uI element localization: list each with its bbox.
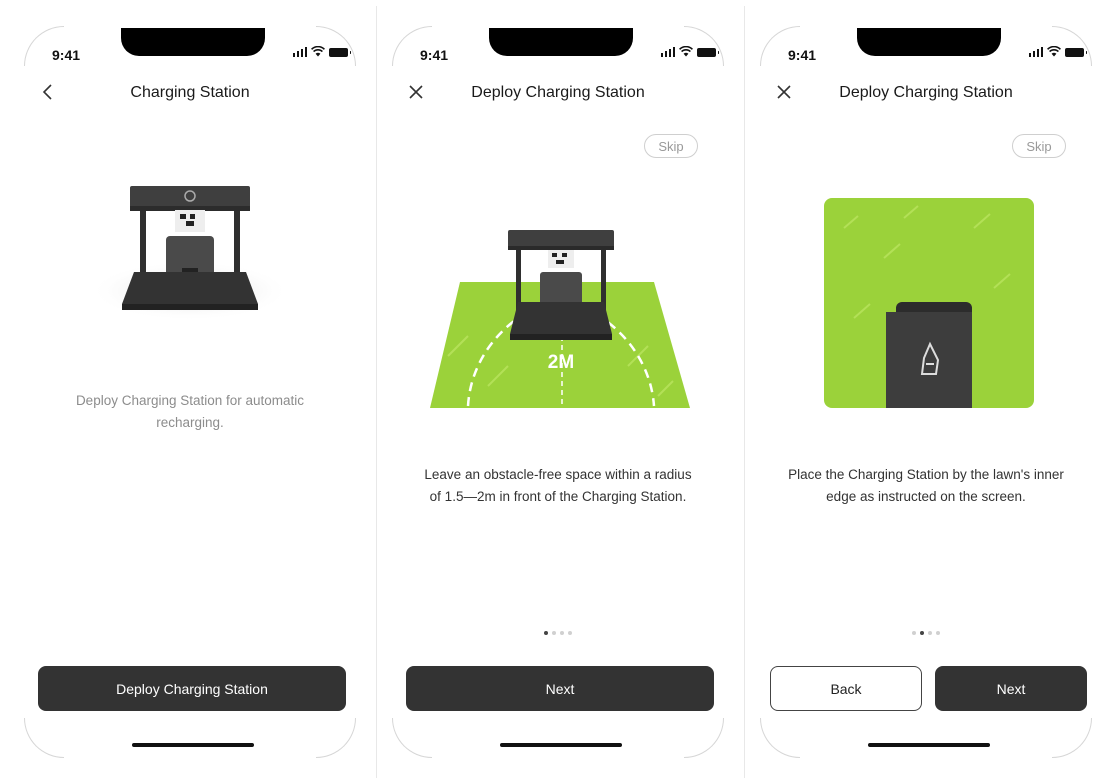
wifi-icon — [679, 46, 693, 57]
back-button[interactable]: Back — [770, 666, 922, 711]
phone-frame-corner — [684, 718, 724, 758]
screen-charging-station: 9:41 Charging Station Deploy Charging St… — [10, 6, 370, 778]
page-dot — [912, 631, 916, 635]
page-dot — [928, 631, 932, 635]
description: Place the Charging Station by the lawn's… — [788, 467, 1064, 504]
notch — [857, 28, 1001, 56]
notch — [121, 28, 265, 56]
page-title: Charging Station — [130, 84, 250, 101]
signal-icon — [1028, 47, 1043, 57]
wifi-icon — [1047, 46, 1061, 57]
home-indicator — [500, 743, 622, 747]
notch — [489, 28, 633, 56]
skip-button[interactable]: Skip — [1012, 134, 1066, 158]
page-dot — [560, 631, 564, 635]
screen-deploy-step-2: 9:41 Deploy Charging Station Skip Place … — [746, 6, 1104, 778]
home-indicator — [868, 743, 990, 747]
skip-button[interactable]: Skip — [644, 134, 698, 158]
radius-label: 2M — [547, 352, 575, 373]
battery-icon — [329, 48, 351, 57]
battery-icon — [697, 48, 719, 57]
page-dot — [936, 631, 940, 635]
wifi-icon — [311, 46, 325, 57]
status-time: 9:41 — [788, 47, 817, 63]
home-indicator — [132, 743, 254, 747]
page-title: Deploy Charging Station — [471, 84, 645, 101]
status-time: 9:41 — [420, 47, 449, 63]
divider — [376, 6, 377, 778]
page-dot — [552, 631, 556, 635]
phone-frame-corner — [392, 718, 432, 758]
phone-frame-corner — [760, 718, 800, 758]
status-time: 9:41 — [52, 47, 81, 63]
screen-deploy-step-1: 9:41 Deploy Charging Station Skip 2M Lea… — [378, 6, 738, 778]
description: Leave an obstacle-free space within a ra… — [424, 467, 692, 504]
page-dot — [920, 631, 924, 635]
page-title: Deploy Charging Station — [839, 84, 1013, 101]
clearance-radius-illustration — [430, 230, 690, 408]
lawn-edge-placement-illustration — [824, 198, 1034, 408]
page-dot — [568, 631, 572, 635]
phone-frame-corner — [24, 718, 64, 758]
page-indicator — [746, 631, 1104, 635]
status-icons — [1028, 46, 1087, 57]
next-button[interactable]: Next — [935, 666, 1087, 711]
signal-icon — [660, 47, 675, 57]
phone-frame-corner — [1052, 718, 1092, 758]
phone-frame-corner — [316, 718, 356, 758]
signal-icon — [292, 47, 307, 57]
deploy-charging-station-button[interactable]: Deploy Charging Station — [38, 666, 346, 711]
battery-icon — [1065, 48, 1087, 57]
page-dot — [544, 631, 548, 635]
status-icons — [292, 46, 351, 57]
description: Deploy Charging Station for automatic re… — [75, 393, 305, 430]
divider — [744, 6, 745, 778]
charging-station-image — [90, 186, 290, 321]
next-button[interactable]: Next — [406, 666, 714, 711]
status-icons — [660, 46, 719, 57]
page-indicator — [378, 631, 738, 635]
